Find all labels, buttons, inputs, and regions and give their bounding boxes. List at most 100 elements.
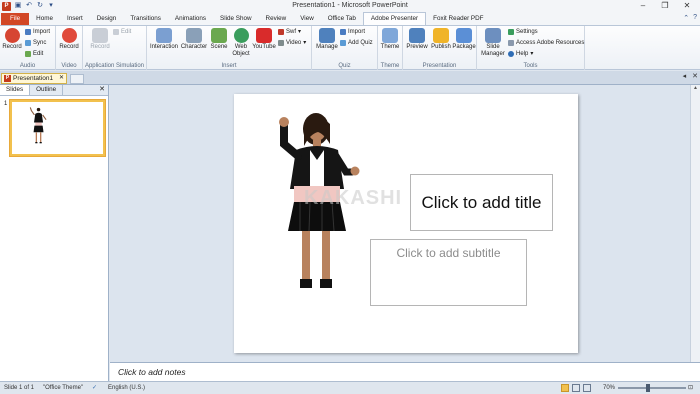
watermark-text: KAKASHI bbox=[304, 187, 403, 209]
document-tab-label: Presentation1 bbox=[13, 75, 54, 82]
tab-office-tab[interactable]: Office Tab bbox=[321, 13, 363, 25]
close-panel-icon[interactable]: ✕ bbox=[99, 85, 105, 95]
group-presentation: Preview Publish Package Presentation bbox=[403, 26, 477, 70]
group-label-audio: Audio bbox=[19, 63, 36, 69]
zoom-slider[interactable] bbox=[618, 387, 686, 389]
audio-import-button[interactable]: Import bbox=[25, 28, 50, 36]
normal-view-icon[interactable] bbox=[561, 384, 569, 392]
close-tab-icon[interactable]: ✕ bbox=[59, 74, 66, 83]
group-label-quiz: Quiz bbox=[338, 63, 351, 69]
audio-record-button[interactable]: Record bbox=[1, 28, 23, 51]
slide-canvas[interactable]: KAKASHI Click to add title Click to add … bbox=[234, 94, 578, 353]
subtitle-placeholder[interactable]: Click to add subtitle bbox=[370, 239, 527, 306]
vertical-scrollbar[interactable]: ▲ bbox=[690, 85, 700, 362]
restore-button[interactable]: ❐ bbox=[654, 0, 676, 12]
record-video-icon bbox=[61, 28, 77, 43]
tab-foxit-reader-pdf[interactable]: Foxit Reader PDF bbox=[426, 13, 490, 25]
help-button[interactable]: Help ▾ bbox=[508, 50, 533, 58]
group-tools: Slide Manager Settings Access Adobe Reso… bbox=[477, 26, 585, 70]
appsim-edit-button[interactable]: Edit bbox=[113, 28, 131, 36]
minimize-ribbon-icon[interactable]: ⌃ bbox=[683, 14, 689, 22]
group-label-insert: Insert bbox=[221, 63, 237, 69]
tab-insert[interactable]: Insert bbox=[60, 13, 90, 25]
import-icon bbox=[340, 29, 346, 35]
close-button[interactable]: ✕ bbox=[676, 0, 698, 12]
slide-number: 1 bbox=[4, 101, 8, 107]
interaction-button[interactable]: Interaction bbox=[149, 28, 179, 51]
import-icon bbox=[25, 29, 31, 35]
slide-sorter-icon[interactable] bbox=[572, 384, 580, 392]
help-icon[interactable]: ? bbox=[693, 14, 697, 22]
tab-transitions[interactable]: Transitions bbox=[123, 13, 168, 25]
quiz-import-button[interactable]: Import bbox=[340, 28, 365, 36]
video-record-button[interactable]: Record bbox=[58, 28, 80, 51]
tab-slide-show[interactable]: Slide Show bbox=[213, 13, 259, 25]
publish-button[interactable]: Publish bbox=[429, 28, 453, 51]
customize-qat-icon[interactable]: ▾ bbox=[47, 2, 55, 10]
settings-button[interactable]: Settings bbox=[508, 28, 538, 36]
tab-home[interactable]: Home bbox=[29, 13, 60, 25]
spell-check-icon[interactable]: ✓ bbox=[92, 382, 97, 394]
group-application-simulation: Record Edit Application Simulation bbox=[83, 26, 147, 70]
zoom-slider-handle[interactable] bbox=[646, 384, 650, 392]
tab-review[interactable]: Review bbox=[259, 13, 294, 25]
flash-icon bbox=[278, 29, 284, 35]
save-icon[interactable]: ▣ bbox=[14, 2, 22, 10]
group-label-theme: Theme bbox=[380, 63, 400, 69]
notes-pane[interactable]: Click to add notes bbox=[110, 362, 700, 381]
youtube-button[interactable]: YouTube bbox=[251, 28, 277, 51]
add-quiz-button[interactable]: Add Quiz bbox=[340, 39, 373, 47]
package-button[interactable]: Package bbox=[452, 28, 476, 51]
character-button[interactable]: Character bbox=[180, 28, 208, 51]
video-insert-button[interactable]: Video ▾ bbox=[278, 39, 306, 47]
appsim-record-button[interactable]: Record bbox=[89, 28, 111, 51]
slide-thumbnail[interactable] bbox=[10, 100, 105, 156]
access-adobe-resources-button[interactable]: Access Adobe Resources bbox=[508, 39, 584, 47]
theme-button[interactable]: Theme bbox=[379, 28, 401, 51]
scene-button[interactable]: Scene bbox=[208, 28, 230, 51]
slide-count: Slide 1 of 1 bbox=[4, 385, 35, 391]
new-tab-button[interactable] bbox=[70, 74, 84, 84]
tab-design[interactable]: Design bbox=[90, 13, 124, 25]
fit-to-window-icon[interactable]: ⊡ bbox=[688, 382, 693, 394]
title-placeholder[interactable]: Click to add title bbox=[410, 174, 553, 231]
status-bar: Slide 1 of 1 "Office Theme" ✓ English (U… bbox=[0, 381, 700, 394]
simulation-icon bbox=[92, 28, 108, 43]
tab-list-icon[interactable]: ◂ bbox=[683, 72, 687, 80]
group-insert: Interaction Character Scene Web Object Y… bbox=[147, 26, 312, 70]
tab-file[interactable]: File bbox=[1, 13, 30, 25]
preview-button[interactable]: Preview bbox=[405, 28, 429, 51]
theme-icon bbox=[382, 28, 398, 43]
slide-editing-area: KAKASHI Click to add title Click to add … bbox=[110, 85, 700, 362]
close-document-icon[interactable]: ✕ bbox=[692, 72, 698, 80]
document-tab-strip: P Presentation1 ✕ ◂ ✕ bbox=[0, 71, 700, 85]
quiz-manage-button[interactable]: Manage bbox=[315, 28, 339, 51]
audio-edit-button[interactable]: Edit bbox=[25, 50, 43, 58]
group-label-tools: Tools bbox=[523, 63, 538, 69]
group-label-video: Video bbox=[61, 63, 77, 69]
audio-sync-button[interactable]: Sync bbox=[25, 39, 46, 47]
help-circle-icon bbox=[508, 51, 514, 57]
powerpoint-logo-icon[interactable]: P bbox=[2, 1, 11, 11]
tab-animations[interactable]: Animations bbox=[168, 13, 213, 25]
package-icon bbox=[456, 28, 472, 43]
tab-adobe-presenter[interactable]: Adobe Presenter bbox=[362, 12, 427, 25]
tab-slides[interactable]: Slides bbox=[0, 85, 31, 95]
minimize-button[interactable]: – bbox=[632, 0, 654, 12]
document-tab[interactable]: P Presentation1 ✕ bbox=[1, 73, 67, 84]
swf-button[interactable]: Swf ▾ bbox=[278, 28, 301, 36]
web-object-button[interactable]: Web Object bbox=[230, 28, 252, 58]
zoom-level[interactable]: 70% bbox=[603, 382, 615, 394]
reading-view-icon[interactable] bbox=[583, 384, 591, 392]
preview-icon bbox=[409, 28, 425, 43]
tab-outline[interactable]: Outline bbox=[30, 85, 64, 95]
ribbon: Record Import Sync Edit Audio Record Vid… bbox=[0, 25, 700, 70]
link-icon bbox=[508, 40, 514, 46]
undo-icon[interactable]: ↶ bbox=[25, 2, 33, 10]
redo-icon[interactable]: ↻ bbox=[36, 2, 44, 10]
tab-view[interactable]: View bbox=[293, 13, 321, 25]
scroll-up-icon[interactable]: ▲ bbox=[691, 85, 700, 93]
language-indicator[interactable]: English (U.S.) bbox=[108, 382, 145, 394]
slide-manager-button[interactable]: Slide Manager bbox=[480, 28, 506, 58]
microphone-icon bbox=[4, 28, 20, 43]
